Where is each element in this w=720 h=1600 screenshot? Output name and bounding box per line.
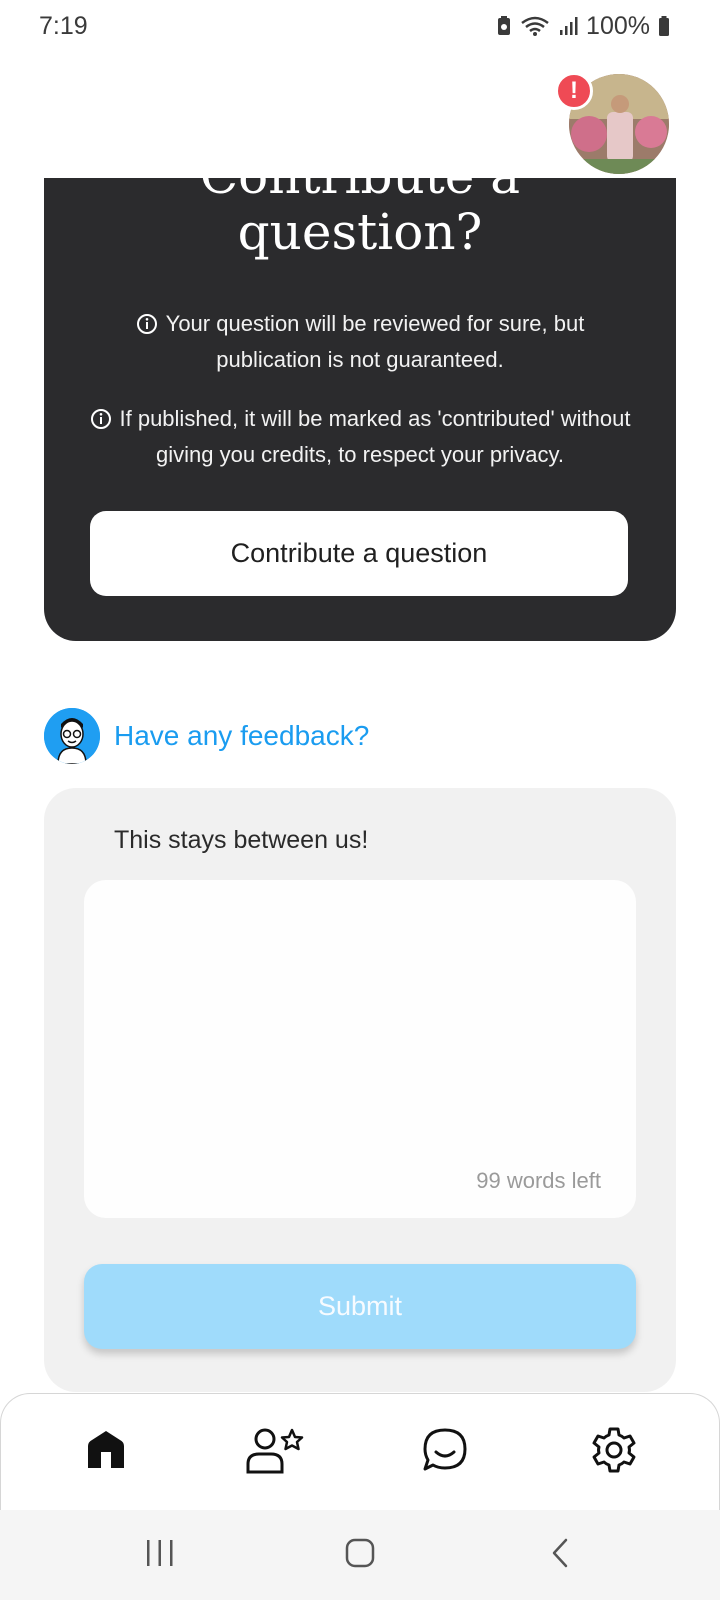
- contribute-question-button[interactable]: Contribute a question: [90, 511, 628, 596]
- contribute-title: Contribute a question?: [44, 178, 676, 260]
- wifi-icon: [520, 15, 550, 37]
- home-icon: [84, 1428, 128, 1477]
- status-icons: 100%: [496, 12, 670, 41]
- alert-badge[interactable]: !: [555, 72, 593, 110]
- recents-icon: [144, 1538, 176, 1573]
- feedback-subtitle: This stays between us!: [114, 826, 369, 854]
- feedback-title: Have any feedback?: [114, 720, 370, 751]
- screen: Contribute a question? Your question wil…: [0, 0, 720, 1600]
- submit-button[interactable]: Submit: [84, 1264, 636, 1349]
- status-time: 7:19: [39, 11, 88, 40]
- battery-saver-icon: [496, 15, 512, 37]
- home-circle-icon: [344, 1537, 376, 1574]
- nav-chat[interactable]: [405, 1418, 485, 1488]
- system-home-button[interactable]: [325, 1525, 395, 1585]
- chat-icon: [421, 1426, 469, 1479]
- system-nav-bar: [0, 1510, 720, 1600]
- privacy-notice: If published, it will be marked as 'cont…: [84, 403, 636, 471]
- nav-settings[interactable]: [574, 1418, 654, 1488]
- profile-star-icon: [245, 1426, 305, 1479]
- battery-icon: [658, 15, 670, 37]
- settings-gear-icon: [590, 1426, 638, 1479]
- system-back-button[interactable]: [525, 1525, 595, 1585]
- title-line-1: Contribute a: [44, 178, 676, 204]
- info-icon: [90, 407, 112, 439]
- title-line-2: question?: [237, 203, 483, 261]
- recents-button[interactable]: [125, 1525, 195, 1585]
- status-bar: 7:19 100%: [0, 0, 720, 52]
- feedback-header: Have any feedback?: [44, 708, 369, 764]
- contribute-card: Contribute a question? Your question wil…: [44, 178, 676, 641]
- feedback-input[interactable]: 99 words left: [84, 880, 636, 1218]
- bottom-nav: [0, 1393, 720, 1511]
- nav-profile[interactable]: [235, 1418, 315, 1488]
- privacy-notice-text: If published, it will be marked as 'cont…: [119, 406, 631, 467]
- info-icon: [136, 312, 158, 344]
- review-notice-text: Your question will be reviewed for sure,…: [165, 311, 585, 372]
- review-notice: Your question will be reviewed for sure,…: [84, 308, 636, 376]
- battery-percent: 100%: [586, 11, 650, 40]
- words-left-counter: 99 words left: [476, 1168, 601, 1193]
- signal-icon: [558, 16, 578, 36]
- nav-home[interactable]: [66, 1418, 146, 1488]
- developer-avatar: [44, 708, 100, 764]
- back-icon: [548, 1537, 572, 1574]
- feedback-card: This stays between us! 99 words left Sub…: [44, 788, 676, 1392]
